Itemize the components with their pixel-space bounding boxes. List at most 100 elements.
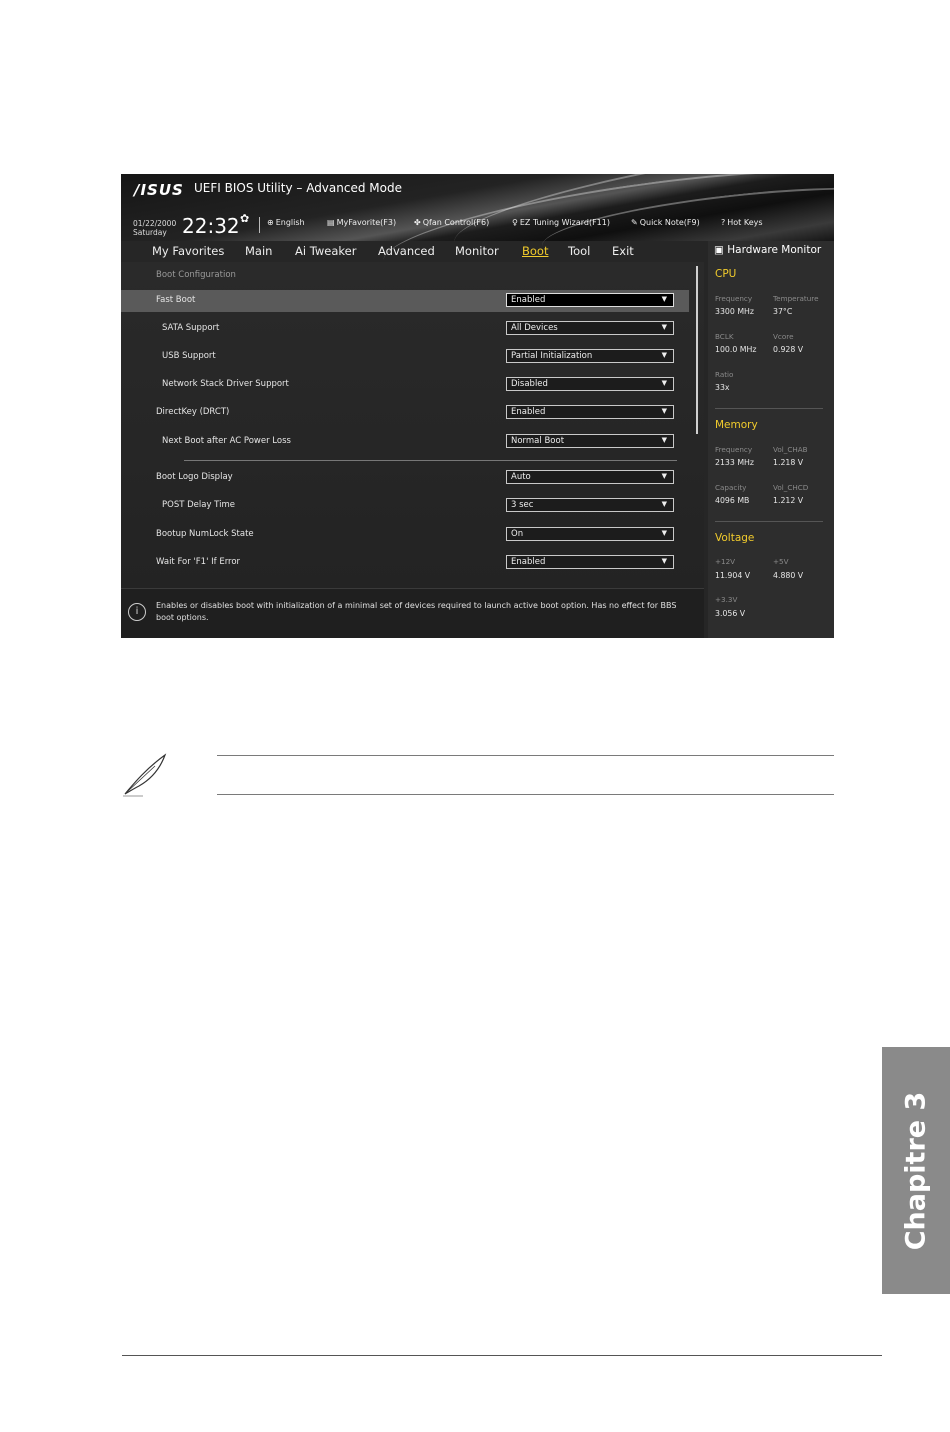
next-boot-dropdown[interactable]: Normal Boot ▼: [506, 434, 674, 448]
tab-monitor[interactable]: Monitor: [455, 244, 499, 258]
chevron-down-icon: ▼: [661, 351, 667, 359]
setting-row-boot-logo[interactable]: Boot Logo Display Auto ▼: [121, 467, 689, 489]
wait-f1-dropdown[interactable]: Enabled ▼: [506, 555, 674, 569]
numlock-dropdown[interactable]: On ▼: [506, 527, 674, 541]
fast-boot-dropdown[interactable]: Enabled ▼: [506, 293, 674, 307]
setting-label: DirectKey (DRCT): [156, 407, 230, 417]
vcore-label: Vcore: [773, 332, 794, 341]
dropdown-value: Enabled: [511, 295, 546, 305]
chevron-down-icon: ▼: [661, 557, 667, 565]
chevron-down-icon: ▼: [661, 323, 667, 331]
cpu-section-title: CPU: [715, 268, 737, 280]
note-top-line: [217, 755, 834, 756]
chevron-down-icon: ▼: [661, 436, 667, 444]
myfavorite-button[interactable]: ▤ MyFavorite(F3): [327, 218, 396, 227]
scrollbar[interactable]: [696, 266, 698, 434]
fan-icon: ✤: [414, 218, 421, 227]
quick-note-button[interactable]: ✎ Quick Note(F9): [631, 218, 700, 227]
chevron-down-icon: ▼: [661, 500, 667, 508]
chevron-down-icon: ▼: [661, 407, 667, 415]
setting-row-wait-f1[interactable]: Wait For 'F1' If Error Enabled ▼: [121, 552, 689, 574]
globe-icon: ⊕: [267, 218, 274, 227]
tab-ai-tweaker[interactable]: Ai Tweaker: [295, 244, 356, 258]
tab-boot[interactable]: Boot: [522, 244, 548, 258]
chevron-down-icon: ▼: [661, 295, 667, 303]
tab-tool[interactable]: Tool: [568, 244, 590, 258]
ez-tuning-label: EZ Tuning Wizard(F11): [519, 218, 610, 227]
dropdown-value: 3 sec: [511, 500, 534, 510]
setting-row-network-stack[interactable]: Network Stack Driver Support Disabled ▼: [121, 374, 689, 396]
language-label: English: [275, 218, 305, 227]
setting-row-next-boot[interactable]: Next Boot after AC Power Loss Normal Boo…: [121, 431, 689, 453]
myfavorite-label: MyFavorite(F3): [336, 218, 397, 227]
v33-value: 3.056 V: [715, 609, 746, 618]
cpu-temperature-value: 37°C: [773, 307, 793, 316]
setting-label: POST Delay Time: [162, 500, 235, 510]
bclk-label: BCLK: [715, 332, 734, 341]
v12-label: +12V: [715, 557, 736, 566]
cpu-temperature-label: Temperature: [773, 294, 819, 303]
qfan-button[interactable]: ✤ Qfan Control(F6): [414, 218, 489, 227]
volchab-value: 1.218 V: [773, 458, 804, 467]
setting-row-numlock[interactable]: Bootup NumLock State On ▼: [121, 524, 689, 546]
memory-section-title: Memory: [715, 419, 758, 431]
dropdown-value: Auto: [511, 472, 531, 482]
capacity-label: Capacity: [715, 483, 747, 492]
tab-main[interactable]: Main: [245, 244, 272, 258]
mem-frequency-value: 2133 MHz: [715, 458, 755, 467]
directkey-dropdown[interactable]: Enabled ▼: [506, 405, 674, 419]
v12-value: 11.904 V: [715, 571, 751, 580]
setting-row-post-delay[interactable]: POST Delay Time 3 sec ▼: [121, 495, 689, 517]
hot-keys-button[interactable]: ? Hot Keys: [721, 218, 763, 227]
chevron-down-icon: ▼: [661, 472, 667, 480]
usb-support-dropdown[interactable]: Partial Initialization ▼: [506, 349, 674, 363]
v33-label: +3.3V: [715, 595, 738, 604]
my-favorite-icon: ▤: [327, 218, 335, 227]
hardware-monitor-title: ▣ Hardware Monitor: [714, 244, 821, 256]
tab-exit[interactable]: Exit: [612, 244, 634, 258]
hot-keys-label: Hot Keys: [727, 218, 763, 227]
ez-tuning-button[interactable]: ♀ EZ Tuning Wizard(F11): [512, 218, 610, 227]
tab-my-favorites[interactable]: My Favorites: [152, 244, 224, 258]
hardware-monitor-panel: ▣ Hardware Monitor CPU Frequency 3300 MH…: [708, 241, 834, 638]
date-text: 01/22/2000: [133, 219, 177, 228]
sata-support-dropdown[interactable]: All Devices ▼: [506, 321, 674, 335]
setting-row-sata-support[interactable]: SATA Support All Devices ▼: [121, 318, 689, 340]
gear-icon[interactable]: ✿: [240, 212, 249, 225]
v5-label: +5V: [773, 557, 789, 566]
help-bar: i Enables or disables boot with initiali…: [121, 588, 704, 638]
feather-note-icon: [123, 753, 167, 797]
divider: [184, 460, 677, 461]
volchab-label: Vol_CHAB: [773, 445, 808, 454]
cpu-frequency-label: Frequency: [715, 294, 753, 303]
setting-row-fast-boot[interactable]: Fast Boot Enabled ▼: [121, 290, 689, 312]
bclk-value: 100.0 MHz: [715, 345, 757, 354]
boot-logo-dropdown[interactable]: Auto ▼: [506, 470, 674, 484]
footer-rule: [122, 1355, 882, 1356]
dropdown-value: Partial Initialization: [511, 351, 593, 361]
network-stack-dropdown[interactable]: Disabled ▼: [506, 377, 674, 391]
volchcd-value: 1.212 V: [773, 496, 804, 505]
capacity-value: 4096 MB: [715, 496, 750, 505]
cpu-frequency-value: 3300 MHz: [715, 307, 755, 316]
chapter-tab: Chapitre 3: [882, 1047, 950, 1294]
setting-row-directkey[interactable]: DirectKey (DRCT) Enabled ▼: [121, 402, 689, 424]
asus-logo: /ISUS: [134, 181, 184, 199]
setting-label: Boot Logo Display: [156, 472, 233, 482]
dropdown-value: On: [511, 529, 524, 539]
language-button[interactable]: ⊕ English: [267, 218, 305, 227]
section-title: Boot Configuration: [156, 270, 236, 280]
note-icon: ✎: [631, 218, 638, 227]
app-title: UEFI BIOS Utility – Advanced Mode: [194, 181, 402, 195]
post-delay-dropdown[interactable]: 3 sec ▼: [506, 498, 674, 512]
ratio-label: Ratio: [715, 370, 734, 379]
question-icon: ?: [721, 218, 726, 227]
hw-divider: [715, 521, 823, 522]
setting-row-usb-support[interactable]: USB Support Partial Initialization ▼: [121, 346, 689, 368]
setting-label: Fast Boot: [156, 295, 196, 305]
setting-label: SATA Support: [162, 323, 220, 333]
tab-advanced[interactable]: Advanced: [378, 244, 435, 258]
setting-label: Next Boot after AC Power Loss: [162, 436, 291, 446]
clock: 22:32: [182, 214, 240, 238]
monitor-icon: ▣: [714, 244, 728, 256]
